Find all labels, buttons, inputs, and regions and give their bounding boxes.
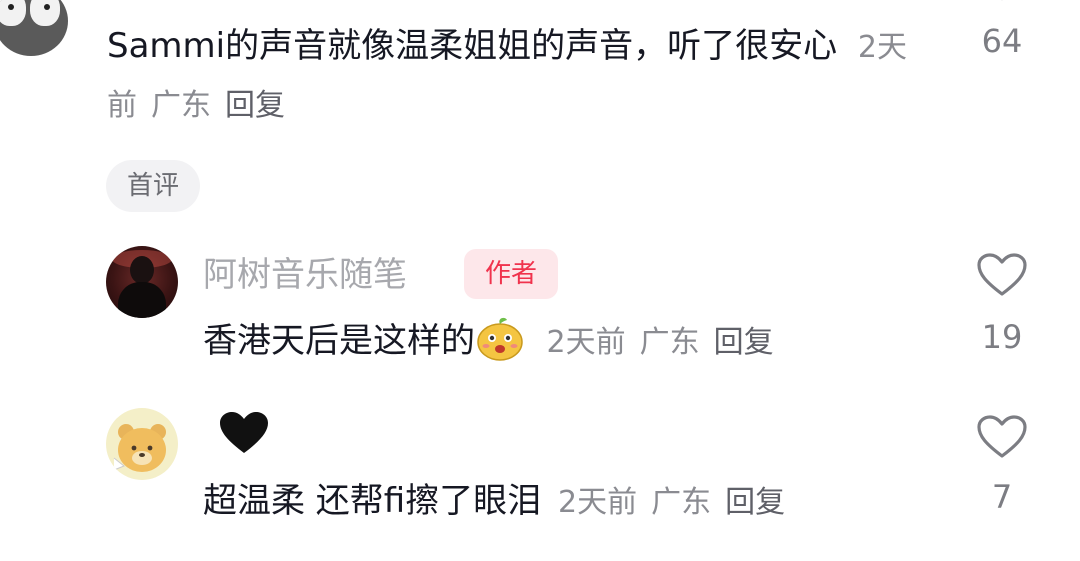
first-comment-tag: 首评 xyxy=(106,160,200,212)
like-count: 19 xyxy=(981,318,1023,356)
reply-button[interactable]: 回复 xyxy=(225,88,285,123)
heart-outline-icon[interactable] xyxy=(976,252,1028,298)
reply-meta: 2天前 广东 回复 xyxy=(537,325,788,360)
chevron-down-icon[interactable] xyxy=(990,0,1014,6)
reply-comment: 香港天后是这样的 2天前 广东 回复 xyxy=(203,316,788,368)
reply-location: 广东 xyxy=(639,325,700,360)
commenter-avatar[interactable] xyxy=(0,0,68,56)
heart-outline-icon[interactable] xyxy=(976,414,1028,460)
reply-location: 广东 xyxy=(651,485,712,520)
reply-username[interactable]: 阿树音乐随笔 xyxy=(203,252,407,298)
like-count: 64 xyxy=(981,22,1023,60)
reply-meta: 2天前 广东 回复 xyxy=(558,485,799,520)
comment-location: 广东 xyxy=(151,88,211,123)
reply-time: 2天前 xyxy=(558,485,638,520)
mango-face-emoji xyxy=(477,317,523,361)
reply-avatar[interactable] xyxy=(106,408,178,480)
reply-time: 2天前 xyxy=(546,325,626,360)
reply-button[interactable]: 回复 xyxy=(725,485,785,520)
comment: Sammi的声音就像温柔姐姐的声音，听了很安心 2天前 广东 回复 xyxy=(107,18,927,134)
black-heart-icon xyxy=(220,412,268,453)
comment-text: Sammi的声音就像温柔姐姐的声音，听了很安心 xyxy=(107,26,838,66)
author-badge: 作者 xyxy=(464,249,558,299)
bear-icon xyxy=(113,424,166,472)
like-count: 7 xyxy=(991,478,1013,516)
reply-text: 超温柔 还帮fi擦了眼泪 xyxy=(203,481,542,521)
reply-comment: 超温柔 还帮fi擦了眼泪 2天前 广东 回复 xyxy=(203,476,799,528)
reply-avatar[interactable] xyxy=(106,246,178,318)
reply-text: 香港天后是这样的 xyxy=(203,321,475,361)
reply-button[interactable]: 回复 xyxy=(714,325,774,360)
